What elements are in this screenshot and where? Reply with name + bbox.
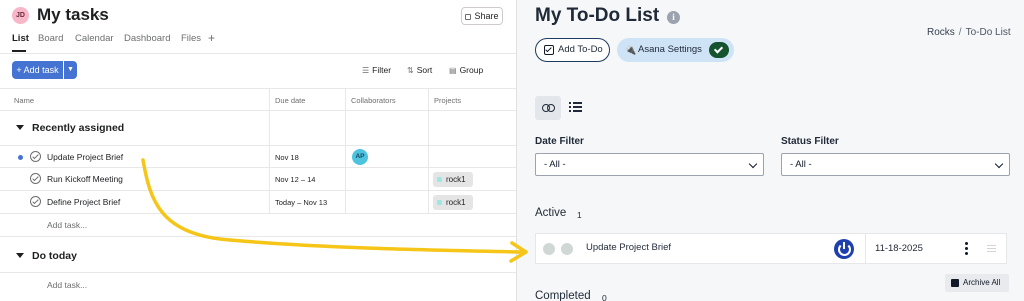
power-icon[interactable] [834,239,854,259]
add-task-link[interactable]: Add task... [47,280,87,290]
divider [0,53,520,54]
collapse-triangle-icon[interactable] [16,253,24,258]
breadcrumb-item-rocks[interactable]: Rocks [927,27,955,38]
connected-check-icon [709,42,729,58]
column-projects[interactable]: Projects [434,96,461,105]
task-name[interactable]: Run Kickoff Meeting [47,174,123,184]
task-due-date[interactable]: Today – Nov 13 [275,198,327,207]
tab-board[interactable]: Board [38,33,63,44]
asana-my-tasks-panel: JD My tasks ⌄ Share List Board Calendar … [0,0,520,301]
complete-check-icon[interactable] [30,151,41,162]
todo-name[interactable]: Update Project Brief [586,242,671,253]
share-label: Share [474,11,499,21]
task-name[interactable]: Define Project Brief [47,197,120,207]
tab-files[interactable]: Files [181,33,201,44]
status-circle-icon[interactable] [543,243,555,255]
add-todo-button[interactable]: Add To-Do [535,38,610,62]
project-tag[interactable]: rock1 [433,172,473,187]
status-filter-select[interactable]: - All - [781,153,1010,176]
add-tab-button[interactable]: + [208,31,215,45]
more-options-icon[interactable] [965,242,968,256]
info-icon[interactable]: i [667,11,680,24]
section-recently-assigned[interactable]: Recently assigned [0,118,520,140]
completed-section-title: Completed [535,290,591,301]
group-icon: ▤ [449,66,457,75]
asana-settings-label: Asana Settings [638,44,702,55]
asana-settings-button[interactable]: 🔌 Asana Settings [617,38,734,62]
task-due-date[interactable]: Nov 12 – 14 [275,175,315,184]
divider [865,234,866,263]
column-collaborators[interactable]: Collaborators [351,96,396,105]
sort-icon: ⇅ [407,66,414,75]
column-due-date[interactable]: Due date [275,96,305,105]
active-count: 1 [577,210,582,220]
status-filter-label: Status Filter [781,136,839,147]
list-view-icon[interactable] [569,100,583,114]
chevron-down-icon [994,159,1004,169]
section-title: Recently assigned [32,122,125,134]
user-avatar[interactable]: JD [12,7,29,24]
date-filter-value: - All - [544,159,566,170]
todo-due-date[interactable]: 11-18-2025 [875,243,923,254]
toggle-view-button[interactable] [535,96,561,120]
toggle-icon [542,104,555,112]
chevron-down-icon [748,159,758,169]
date-filter-label: Date Filter [535,136,584,147]
status-filter-value: - All - [790,159,812,170]
page-title: My To-Do List [535,5,660,26]
chevron-down-icon[interactable]: ⌄ [96,9,104,20]
section-do-today[interactable]: Do today [0,246,520,268]
collapse-triangle-icon[interactable] [16,125,24,130]
todo-item[interactable]: Update Project Brief 11-18-2025 [535,233,1007,264]
group-label: Group [459,65,484,75]
sort-label: Sort [416,65,433,75]
task-row[interactable]: Run Kickoff Meeting Nov 12 – 14 rock1 [0,168,520,191]
filter-button[interactable]: ☰ Filter [362,65,391,75]
task-row[interactable]: Update Project Brief Nov 18 AP [0,145,520,168]
task-name[interactable]: Update Project Brief [47,152,123,162]
archive-all-button[interactable]: Archive All [945,274,1009,292]
archive-icon [951,279,959,287]
checkbox-icon [544,45,554,55]
group-button[interactable]: ▤ Group [449,65,483,75]
asana-header: JD My tasks ⌄ Share [0,0,520,34]
complete-check-icon[interactable] [30,173,41,184]
project-tag[interactable]: rock1 [433,195,473,210]
task-due-date[interactable]: Nov 18 [275,153,299,162]
breadcrumb: Rocks / To-Do List [927,27,1011,38]
plug-icon: 🔌 [625,45,637,55]
column-name[interactable]: Name [14,96,34,105]
share-button[interactable]: Share [461,7,503,25]
task-row[interactable]: Define Project Brief Today – Nov 13 rock… [0,191,520,214]
task-toolbar: + Add task ▼ ☰ Filter ⇅ Sort ▤ Group [0,60,520,80]
todo-panel: My To-Do List i Rocks / To-Do List Add To-… [516,0,1024,301]
completed-count: 0 [602,293,607,301]
lock-icon [465,13,472,20]
collaborator-avatar[interactable]: AP [352,149,368,165]
breadcrumb-separator: / [958,27,962,38]
archive-all-label: Archive All [963,278,1001,287]
unread-dot-icon [18,155,23,160]
breadcrumb-item-current: To-Do List [965,27,1011,38]
divider [0,272,520,273]
tab-list[interactable]: List [12,33,29,44]
divider [0,236,520,237]
add-task-button[interactable]: + Add task [12,61,63,79]
table-header: Name Due date Collaborators Projects [0,88,520,111]
status-circle-icon[interactable] [561,243,573,255]
filter-icon: ☰ [362,66,370,75]
section-title: Do today [32,250,77,262]
active-section-title: Active [535,207,567,219]
add-task-link[interactable]: Add task... [47,220,87,230]
complete-check-icon[interactable] [30,196,41,207]
active-tab-indicator [12,50,26,52]
add-task-dropdown[interactable]: ▼ [64,61,77,79]
tab-dashboard[interactable]: Dashboard [124,33,170,44]
date-filter-select[interactable]: - All - [535,153,764,176]
sort-button[interactable]: ⇅ Sort [407,65,432,75]
drag-handle-icon[interactable] [987,244,996,253]
add-todo-label: Add To-Do [558,44,603,55]
filter-label: Filter [372,65,392,75]
tab-calendar[interactable]: Calendar [75,33,114,44]
